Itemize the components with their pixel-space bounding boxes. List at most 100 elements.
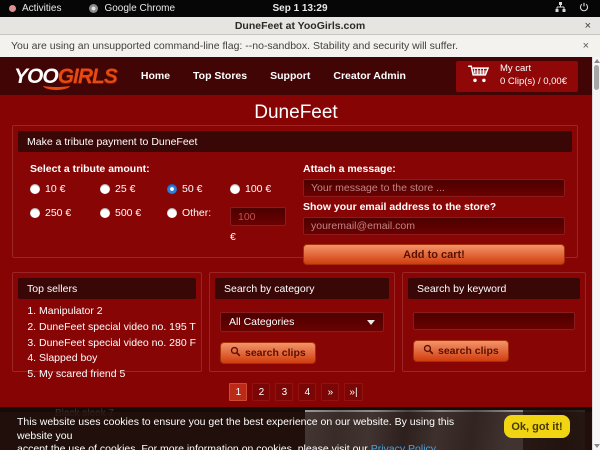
main-nav: Home Top Stores Support Creator Admin <box>141 70 406 82</box>
other-amount-input[interactable] <box>230 207 286 226</box>
list-item[interactable]: My scared friend 5 <box>39 367 201 383</box>
magnifier-icon <box>230 346 241 360</box>
add-to-cart-button[interactable]: Add to cart! <box>303 244 565 265</box>
nav-item-support[interactable]: Support <box>270 70 310 82</box>
list-item[interactable]: Manipulator 2 <box>39 304 201 320</box>
radio-icon[interactable] <box>30 184 40 194</box>
amount-option-label: 10 € <box>45 183 65 195</box>
amount-option-label: 250 € <box>45 207 71 219</box>
nav-item-creator-admin[interactable]: Creator Admin <box>333 70 406 82</box>
tribute-panel: Make a tribute payment to DuneFeet Selec… <box>12 125 578 258</box>
radio-icon[interactable] <box>167 208 177 218</box>
cart-title: My cart <box>500 63 567 76</box>
category-select[interactable]: All Categories <box>220 312 384 332</box>
warning-text: You are using an unsupported command-lin… <box>11 40 458 52</box>
amount-option-label: 100 € <box>245 183 271 195</box>
scrollbar[interactable] <box>592 57 600 450</box>
search-clips-label: search clips <box>438 345 499 357</box>
search-keyword-panel: Search by keyword search clips <box>402 272 586 372</box>
amount-option-label: 25 € <box>115 183 135 195</box>
window-close-button[interactable]: × <box>585 20 591 32</box>
cookie-line1: This website uses cookies to ensure you … <box>17 416 454 442</box>
page-button[interactable]: 3 <box>275 383 293 401</box>
radio-icon[interactable] <box>30 208 40 218</box>
cart-icon <box>467 64 491 89</box>
amount-column: Select a tribute amount: 10 € 25 € 50 € 100… <box>25 159 303 265</box>
scrollbar-thumb[interactable] <box>594 65 599 90</box>
search-clips-keyword-button[interactable]: search clips <box>413 340 509 362</box>
top-sellers-panel: Top sellers Manipulator 2DuneFeet specia… <box>12 272 202 372</box>
page-button[interactable]: » <box>321 383 339 401</box>
cart-summary: 0 Clip(s) / 0,00€ <box>500 76 567 89</box>
amount-option[interactable]: 100 € <box>230 183 303 195</box>
gnome-top-bar: Activities Google Chrome Sep 1 13:29 <box>0 0 600 17</box>
amount-label: Select a tribute amount: <box>30 163 303 175</box>
amount-option-label: Other: <box>182 207 211 219</box>
amount-option-label: 500 € <box>115 207 141 219</box>
caret-down-icon <box>367 320 375 325</box>
other-amount-cell: € <box>230 207 303 243</box>
logo-smile-icon <box>43 81 70 90</box>
keyword-input[interactable] <box>413 312 575 330</box>
radio-icon[interactable] <box>100 184 110 194</box>
focused-app-menu[interactable]: Google Chrome <box>104 3 175 14</box>
power-icon[interactable] <box>579 2 589 15</box>
page-title: DuneFeet <box>0 102 592 124</box>
window-titlebar[interactable]: DuneFeet at YooGirls.com × <box>0 17 600 35</box>
amount-option[interactable]: 25 € <box>100 183 167 195</box>
scroll-down-icon[interactable] <box>594 444 600 448</box>
amount-option[interactable]: 50 € <box>167 183 230 195</box>
list-item[interactable]: DuneFeet special video no. 280 F <box>39 336 201 352</box>
activities-button[interactable]: Activities <box>22 3 61 14</box>
nav-item-top-stores[interactable]: Top Stores <box>193 70 247 82</box>
page-button[interactable]: 1 <box>229 383 247 401</box>
clock[interactable]: Sep 1 13:29 <box>272 3 327 14</box>
cookie-notice-bar: This website uses cookies to ensure you … <box>0 412 592 450</box>
window-title: DuneFeet at YooGirls.com <box>235 20 365 32</box>
nav-item-home[interactable]: Home <box>141 70 170 82</box>
amount-option[interactable]: 500 € <box>100 207 167 219</box>
radio-icon[interactable] <box>100 208 110 218</box>
site-logo[interactable]: YOOGIRLS <box>14 66 117 87</box>
cart-button[interactable]: My cart 0 Clip(s) / 0,00€ <box>456 61 578 92</box>
top-sellers-header: Top sellers <box>18 278 196 299</box>
list-item[interactable]: DuneFeet special video no. 195 T <box>39 320 201 336</box>
tribute-panel-header: Make a tribute payment to DuneFeet <box>18 131 572 152</box>
page-button[interactable]: 4 <box>298 383 316 401</box>
amount-option[interactable]: 250 € <box>30 207 100 219</box>
radio-icon[interactable] <box>230 184 240 194</box>
search-category-header: Search by category <box>215 278 389 299</box>
search-category-panel: Search by category All Categories search… <box>209 272 395 372</box>
scroll-up-icon[interactable] <box>594 59 600 63</box>
message-input[interactable] <box>303 179 565 197</box>
site-header: YOOGIRLS Home Top Stores Support Creator Ad… <box>0 57 592 95</box>
radio-icon[interactable] <box>167 184 177 194</box>
page-button[interactable]: »| <box>344 383 362 401</box>
cookie-line2: accept the use of cookies. For more info… <box>17 443 371 450</box>
amount-grid: 10 € 25 € 50 € 100 € 250 € 500 € Other: € <box>30 183 303 243</box>
cookie-accept-button[interactable]: Ok, got it! <box>504 415 570 438</box>
page-button[interactable]: 2 <box>252 383 270 401</box>
chrome-logo-icon <box>89 4 98 13</box>
category-select-value: All Categories <box>229 316 294 328</box>
activities-indicator-icon <box>9 5 16 12</box>
message-column: Attach a message: Show your email addres… <box>303 159 565 265</box>
email-label: Show your email address to the store? <box>303 201 565 213</box>
privacy-policy-link[interactable]: Privacy Policy <box>371 443 436 450</box>
search-clips-category-button[interactable]: search clips <box>220 342 316 364</box>
browser-viewport: YOOGIRLS Home Top Stores Support Creator Ad… <box>0 57 592 450</box>
magnifier-icon <box>423 344 434 358</box>
currency-label: € <box>230 231 303 243</box>
top-sellers-list: Manipulator 2DuneFeet special video no. … <box>39 304 201 383</box>
screen: Activities Google Chrome Sep 1 13:29 <box>0 0 600 450</box>
pagination: 1234 » »| <box>0 383 592 401</box>
network-tray-icon[interactable] <box>555 2 566 15</box>
cookie-message: This website uses cookies to ensure you … <box>17 416 479 450</box>
warning-close-button[interactable]: × <box>583 40 589 52</box>
search-clips-label: search clips <box>245 347 306 359</box>
amount-option[interactable]: Other: <box>167 207 230 219</box>
amount-option[interactable]: 10 € <box>30 183 100 195</box>
email-input[interactable] <box>303 217 565 235</box>
list-item[interactable]: Slapped boy <box>39 351 201 367</box>
message-label: Attach a message: <box>303 163 565 175</box>
